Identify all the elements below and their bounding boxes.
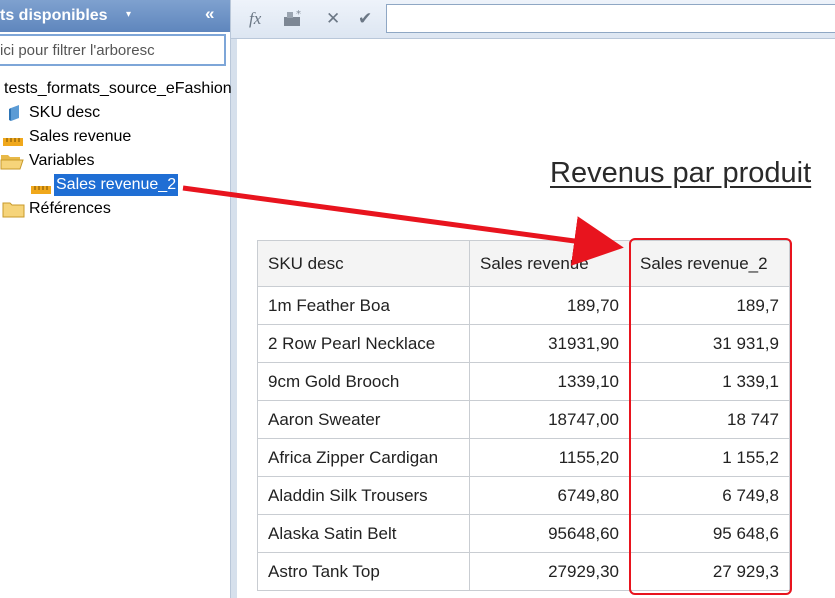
annotation-arrow	[182, 185, 624, 266]
